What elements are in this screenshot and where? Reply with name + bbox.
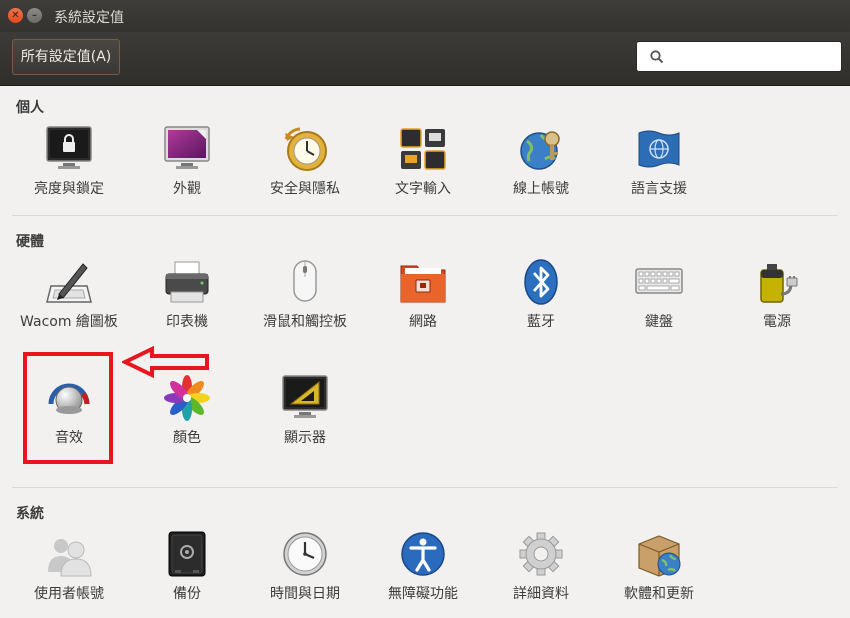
bluetooth-icon <box>524 259 558 305</box>
item-network[interactable]: 網路 <box>368 258 478 338</box>
toolbar: 所有設定值(A) <box>0 32 850 86</box>
item-label: 備份 <box>173 586 201 602</box>
language-support-icon <box>638 130 680 168</box>
item-label: Wacom 繪圖板 <box>20 314 118 330</box>
brightness-lock-icon <box>46 126 92 169</box>
search-icon <box>650 50 664 64</box>
item-displays[interactable]: 顯示器 <box>250 374 360 454</box>
item-label: 顏色 <box>173 430 201 446</box>
item-label: 安全與隱私 <box>270 181 340 197</box>
section-title-system: 系統 <box>16 506 44 522</box>
text-entry-icon <box>400 128 446 170</box>
item-label: 使用者帳號 <box>34 586 104 602</box>
arrow-icon <box>122 346 209 378</box>
item-bluetooth[interactable]: 藍牙 <box>486 258 596 338</box>
item-label: 文字輸入 <box>395 181 451 197</box>
accessibility-icon <box>401 532 445 576</box>
item-label: 藍牙 <box>527 314 555 330</box>
item-wacom-tablet[interactable]: Wacom 繪圖板 <box>14 258 124 354</box>
item-details[interactable]: 詳細資料 <box>486 530 596 610</box>
power-icon <box>760 264 798 303</box>
mouse-icon <box>293 260 317 302</box>
section-title-hardware: 硬體 <box>16 234 44 250</box>
item-label: 印表機 <box>166 314 208 330</box>
backup-icon <box>168 531 206 577</box>
item-accessibility[interactable]: 無障礙功能 <box>368 530 478 610</box>
item-label: 時間與日期 <box>270 586 340 602</box>
item-color[interactable]: 顏色 <box>132 374 242 454</box>
title-bar: ✕ – 系統設定值 <box>0 0 850 32</box>
security-privacy-icon <box>284 127 327 171</box>
item-appearance[interactable]: 外觀 <box>132 125 242 205</box>
displays-icon <box>282 375 328 418</box>
minimize-icon[interactable]: – <box>27 8 42 23</box>
item-label: 詳細資料 <box>513 586 569 602</box>
item-text-entry[interactable]: 文字輸入 <box>368 125 478 205</box>
window-title: 系統設定值 <box>54 10 124 26</box>
item-label: 網路 <box>409 314 437 330</box>
color-icon <box>164 375 210 421</box>
item-power[interactable]: 電源 <box>722 258 832 338</box>
search-box[interactable] <box>636 41 842 72</box>
item-security-privacy[interactable]: 安全與隱私 <box>250 125 360 205</box>
item-label: 外觀 <box>173 181 201 197</box>
item-label: 軟體和更新 <box>624 586 694 602</box>
user-accounts-icon <box>48 539 92 577</box>
online-accounts-icon <box>520 131 560 170</box>
all-settings-button[interactable]: 所有設定值(A) <box>12 39 120 75</box>
item-language-support[interactable]: 語言支援 <box>604 125 714 205</box>
item-label: 鍵盤 <box>645 314 673 330</box>
item-printer[interactable]: 印表機 <box>132 258 242 338</box>
item-software-updates[interactable]: 軟體和更新 <box>604 530 714 610</box>
network-icon <box>400 265 446 303</box>
highlight-box <box>23 352 113 464</box>
divider <box>12 487 838 488</box>
item-label: 顯示器 <box>284 430 326 446</box>
search-input[interactable] <box>671 46 835 70</box>
item-label: 線上帳號 <box>513 181 569 197</box>
item-label: 無障礙功能 <box>388 586 458 602</box>
item-label: 亮度與鎖定 <box>34 181 104 197</box>
time-date-icon <box>283 532 327 576</box>
item-label: 語言支援 <box>631 181 687 197</box>
item-online-accounts[interactable]: 線上帳號 <box>486 125 596 205</box>
printer-icon <box>165 261 209 303</box>
keyboard-icon <box>635 268 683 294</box>
appearance-icon <box>164 126 210 169</box>
item-backup[interactable]: 備份 <box>132 530 242 610</box>
item-time-date[interactable]: 時間與日期 <box>250 530 360 610</box>
item-user-accounts[interactable]: 使用者帳號 <box>14 530 124 610</box>
divider <box>12 215 838 216</box>
item-brightness-lock[interactable]: 亮度與鎖定 <box>14 125 124 205</box>
software-updates-icon <box>638 535 681 577</box>
item-label: 電源 <box>763 314 791 330</box>
section-title-personal: 個人 <box>16 100 44 116</box>
wacom-tablet-icon <box>46 263 92 303</box>
item-mouse-touchpad[interactable]: 滑鼠和觸控板 <box>250 258 360 338</box>
item-label: 滑鼠和觸控板 <box>263 314 347 330</box>
item-keyboard[interactable]: 鍵盤 <box>604 258 714 338</box>
details-icon <box>519 532 563 576</box>
close-icon[interactable]: ✕ <box>8 8 23 23</box>
